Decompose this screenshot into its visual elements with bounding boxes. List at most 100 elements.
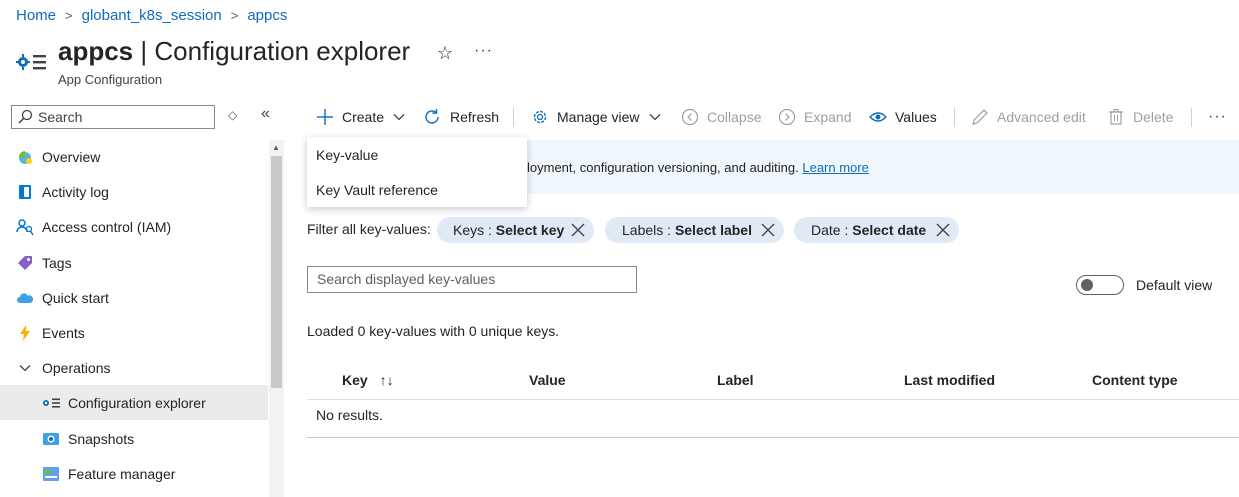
close-icon[interactable] <box>760 222 776 238</box>
manage-view-button[interactable]: Manage view <box>531 100 662 134</box>
sort-arrows-icon[interactable]: ↑↓ <box>380 372 394 388</box>
resource-name: appcs <box>58 36 134 66</box>
page-title: appcs | Configuration explorer <box>58 36 410 67</box>
menu-item-key-value[interactable]: Key-value <box>316 147 378 163</box>
overview-icon <box>16 148 34 166</box>
values-button[interactable]: Values <box>869 100 937 134</box>
sidebar-item-label: Quick start <box>42 289 109 306</box>
sidebar-item-snapshots[interactable]: Snapshots <box>0 421 268 456</box>
breadcrumb-resource-group-link[interactable]: globant_k8s_session <box>82 7 222 24</box>
sidebar-item-events[interactable]: Events <box>0 315 268 350</box>
favorite-star-icon[interactable]: ☆ <box>437 43 453 64</box>
column-header-content-type[interactable]: Content type <box>1092 372 1178 388</box>
sidebar-item-activity-log[interactable]: Activity log <box>0 174 268 209</box>
toolbar-divider <box>954 108 955 127</box>
sidebar-scrollbar[interactable]: ▲ <box>269 140 284 497</box>
sidebar-item-label: Tags <box>42 254 72 271</box>
sort-icon[interactable]: ◇ <box>228 108 237 122</box>
scroll-up-icon[interactable]: ▲ <box>272 143 280 152</box>
filter-value: Select date <box>852 222 927 238</box>
sidebar-item-label: Events <box>42 324 85 341</box>
loaded-status: Loaded 0 key-values with 0 unique keys. <box>307 323 560 339</box>
breadcrumb-home-link[interactable]: Home <box>16 7 56 24</box>
default-view-label: Default view <box>1136 277 1213 293</box>
chevron-right-icon: > <box>230 8 239 23</box>
sidebar-item-overview[interactable]: Overview <box>0 139 268 174</box>
tag-icon <box>16 254 34 272</box>
create-button[interactable]: Create <box>316 100 406 134</box>
sidebar-group-operations[interactable]: Operations <box>0 350 268 385</box>
chevron-right-icon: > <box>65 8 73 23</box>
column-header-label[interactable]: Label <box>717 372 754 388</box>
expand-button[interactable]: Expand <box>778 100 851 134</box>
sidebar-item-iam[interactable]: Access control (IAM) <box>0 209 268 244</box>
table-header-divider <box>307 399 1239 400</box>
refresh-button[interactable]: Refresh <box>422 100 499 134</box>
pencil-icon <box>972 109 988 125</box>
breadcrumb-resource-link[interactable]: appcs <box>247 7 287 24</box>
empty-table-message: No results. <box>316 407 383 423</box>
sidebar-item-label: Configuration explorer <box>68 394 206 411</box>
sidebar-search-input[interactable] <box>38 109 208 125</box>
config-explorer-icon <box>42 394 60 412</box>
lightning-icon <box>16 324 34 342</box>
page-subtitle: App Configuration <box>58 72 163 87</box>
activity-log-icon <box>16 183 34 201</box>
filter-name: Labels <box>622 222 664 238</box>
sidebar-item-label: Operations <box>42 359 111 376</box>
banner-message: loyment, configuration versioning, and a… <box>527 160 799 175</box>
more-options-icon[interactable]: ··· <box>474 42 493 60</box>
sidebar-item-label: Snapshots <box>68 430 135 447</box>
toolbar-divider <box>513 108 514 127</box>
toolbar-divider <box>1191 108 1192 127</box>
breadcrumb: Home > globant_k8s_session > appcs <box>16 7 287 24</box>
values-label: Values <box>895 109 937 125</box>
sidebar-item-feature-manager[interactable]: Feature manager <box>0 456 268 491</box>
config-explorer-icon <box>16 50 48 74</box>
search-key-values-field <box>307 266 637 293</box>
search-icon <box>18 109 33 124</box>
collapse-button[interactable]: Collapse <box>681 100 761 134</box>
chevron-down-icon <box>649 114 660 121</box>
labels-filter-pill[interactable]: Labels : Select label <box>605 217 784 243</box>
sidebar-item-tags[interactable]: Tags <box>0 245 268 280</box>
menu-item-key-vault-reference[interactable]: Key Vault reference <box>316 182 438 198</box>
column-header-key[interactable]: Key ↑↓ <box>342 372 394 388</box>
trash-icon <box>1109 108 1123 125</box>
scrollbar-thumb[interactable] <box>271 156 282 388</box>
more-commands-icon[interactable]: ··· <box>1208 100 1227 134</box>
expand-label: Expand <box>804 109 852 125</box>
sidebar-item-label: Activity log <box>42 183 109 200</box>
close-icon[interactable] <box>570 222 586 238</box>
chevron-down-icon <box>393 114 405 121</box>
keys-filter-pill[interactable]: Keys : Select key <box>437 217 594 243</box>
collapse-sidebar-icon[interactable]: « <box>261 105 270 123</box>
column-header-last-modified[interactable]: Last modified <box>904 372 995 388</box>
create-label: Create <box>342 109 385 125</box>
chevron-down-icon <box>16 359 34 377</box>
iam-icon <box>16 218 34 236</box>
filter-value: Select key <box>495 222 565 238</box>
close-icon[interactable] <box>935 222 951 238</box>
sidebar-item-configuration-explorer[interactable]: Configuration explorer <box>0 385 268 420</box>
chevron-right-circle-icon <box>778 108 796 126</box>
learn-more-link[interactable]: Learn more <box>802 160 868 175</box>
snapshot-icon <box>42 430 60 448</box>
collapse-label: Collapse <box>707 109 762 125</box>
refresh-label: Refresh <box>450 109 500 125</box>
advanced-edit-label: Advanced edit <box>997 109 1086 125</box>
sidebar-item-quick-start[interactable]: Quick start <box>0 280 268 315</box>
delete-button[interactable]: Delete <box>1107 100 1173 134</box>
sidebar-item-label: Access control (IAM) <box>42 218 172 235</box>
column-label: Key <box>342 372 368 388</box>
column-header-value[interactable]: Value <box>529 372 566 388</box>
toggle-knob <box>1081 279 1093 291</box>
filter-name: Date <box>811 222 841 238</box>
advanced-edit-button[interactable]: Advanced edit <box>971 100 1086 134</box>
date-filter-pill[interactable]: Date : Select date <box>794 217 959 243</box>
plus-icon <box>317 109 333 125</box>
search-key-values-input[interactable] <box>317 271 627 287</box>
default-view-toggle[interactable] <box>1076 275 1124 295</box>
title-separator: | <box>140 36 148 66</box>
filter-name: Keys <box>453 222 485 238</box>
